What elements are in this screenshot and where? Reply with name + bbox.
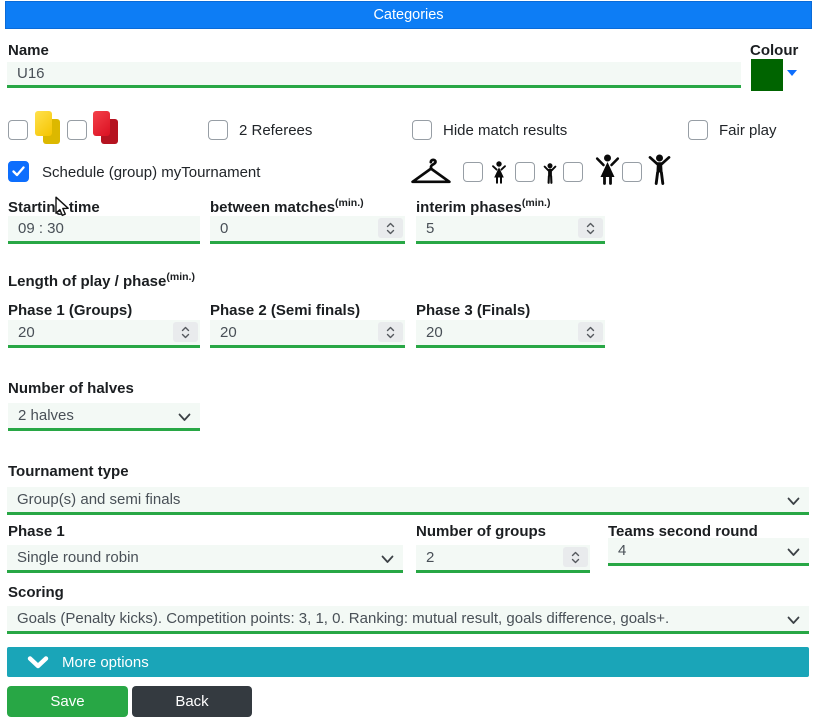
two-referees-label: 2 Referees (239, 122, 312, 139)
phase2-semifinals-label: Phase 2 (Semi finals) (210, 302, 360, 319)
interim-phases-field-wrap (416, 216, 605, 244)
interim-phases-label: interim phases(min.) (416, 197, 550, 216)
between-matches-label: between matches(min.) (210, 197, 364, 216)
fair-play-label: Fair play (719, 122, 777, 139)
phase1-length-input[interactable] (8, 320, 200, 348)
interim-phases-input[interactable] (416, 216, 605, 244)
number-of-groups-spinner[interactable] (563, 547, 588, 567)
phase3-finals-label: Phase 3 (Finals) (416, 302, 530, 319)
spinner-arrows-icon (386, 326, 395, 339)
chevron-down-icon (787, 548, 800, 557)
name-field-wrap (7, 62, 741, 88)
page-title-bar: Categories (5, 1, 812, 29)
between-matches-input[interactable] (210, 216, 405, 244)
chevron-down-icon (787, 497, 800, 506)
yellow-cards-icon (35, 111, 61, 144)
spinner-arrows-icon (181, 326, 190, 339)
starting-time-input[interactable] (8, 216, 200, 244)
girl-icon (491, 161, 507, 184)
phase2-length-input[interactable] (210, 320, 405, 348)
red-cards-icon (93, 111, 119, 144)
girl-checkbox[interactable] (463, 162, 483, 182)
spinner-arrows-icon (586, 222, 595, 235)
save-button[interactable]: Save (7, 686, 128, 717)
between-matches-field-wrap (210, 216, 405, 244)
man-icon (648, 154, 671, 185)
more-options-label: More options (62, 654, 149, 671)
name-input[interactable] (7, 62, 741, 88)
length-of-play-heading: Length of play / phase(min.) (8, 271, 195, 290)
man-checkbox[interactable] (622, 162, 642, 182)
colour-swatch[interactable] (751, 59, 783, 91)
hide-match-results-checkbox[interactable] (412, 120, 432, 140)
phase3-length-field-wrap (416, 320, 605, 348)
boy-checkbox[interactable] (515, 162, 535, 182)
phase2-length-spinner[interactable] (378, 322, 403, 342)
back-button[interactable]: Back (132, 686, 252, 717)
starting-time-field-wrap (8, 216, 200, 244)
phase3-length-spinner[interactable] (578, 322, 603, 342)
phase1-select[interactable]: Single round robin (7, 545, 403, 573)
tournament-type-select[interactable]: Group(s) and semi finals (7, 487, 809, 515)
between-matches-unit: (min.) (335, 197, 364, 209)
colour-label: Colour (750, 42, 798, 59)
page-title: Categories (373, 7, 443, 23)
schedule-label: Schedule (group) myTournament (42, 164, 260, 181)
fair-play-checkbox[interactable] (688, 120, 708, 140)
mouse-cursor-icon (54, 196, 72, 220)
interim-phases-spinner[interactable] (578, 218, 603, 238)
chevron-down-icon (787, 616, 800, 625)
name-label: Name (8, 42, 49, 59)
woman-checkbox[interactable] (563, 162, 583, 182)
phase2-length-field-wrap (210, 320, 405, 348)
clothes-hanger-icon (409, 155, 453, 187)
length-unit: (min.) (166, 271, 195, 283)
chevron-down-icon (27, 656, 49, 669)
two-referees-checkbox[interactable] (208, 120, 228, 140)
phase1-length-spinner[interactable] (173, 322, 198, 342)
number-of-halves-select[interactable]: 2 halves (8, 403, 200, 431)
spinner-arrows-icon (386, 222, 395, 235)
scoring-label: Scoring (8, 584, 64, 601)
boy-icon (543, 163, 557, 184)
phase1-label: Phase 1 (8, 523, 65, 540)
schedule-checkbox[interactable] (8, 161, 29, 182)
yellow-cards-checkbox[interactable] (8, 120, 28, 140)
between-matches-spinner[interactable] (378, 218, 403, 238)
scoring-select[interactable]: Goals (Penalty kicks). Competition point… (7, 606, 809, 634)
chevron-down-icon (178, 413, 191, 422)
more-options-bar[interactable]: More options (7, 647, 809, 677)
phase3-length-input[interactable] (416, 320, 605, 348)
interim-phases-unit: (min.) (522, 197, 551, 209)
spinner-arrows-icon (571, 551, 580, 564)
checkmark-icon (12, 166, 25, 177)
phase1-groups-label: Phase 1 (Groups) (8, 302, 132, 319)
woman-icon (595, 154, 620, 185)
categories-form: Categories Name Colour 2 Referees Hide m… (0, 0, 817, 727)
colour-dropdown-triangle-icon[interactable] (787, 70, 797, 76)
number-of-halves-label: Number of halves (8, 380, 134, 397)
spinner-arrows-icon (586, 326, 595, 339)
teams-second-round-select[interactable]: 4 (608, 538, 809, 566)
phase1-length-field-wrap (8, 320, 200, 348)
number-of-groups-field-wrap (416, 545, 590, 573)
tournament-type-label: Tournament type (8, 463, 129, 480)
chevron-down-icon (381, 555, 394, 564)
hide-match-results-label: Hide match results (443, 122, 567, 139)
number-of-groups-label: Number of groups (416, 523, 546, 540)
red-cards-checkbox[interactable] (67, 120, 87, 140)
